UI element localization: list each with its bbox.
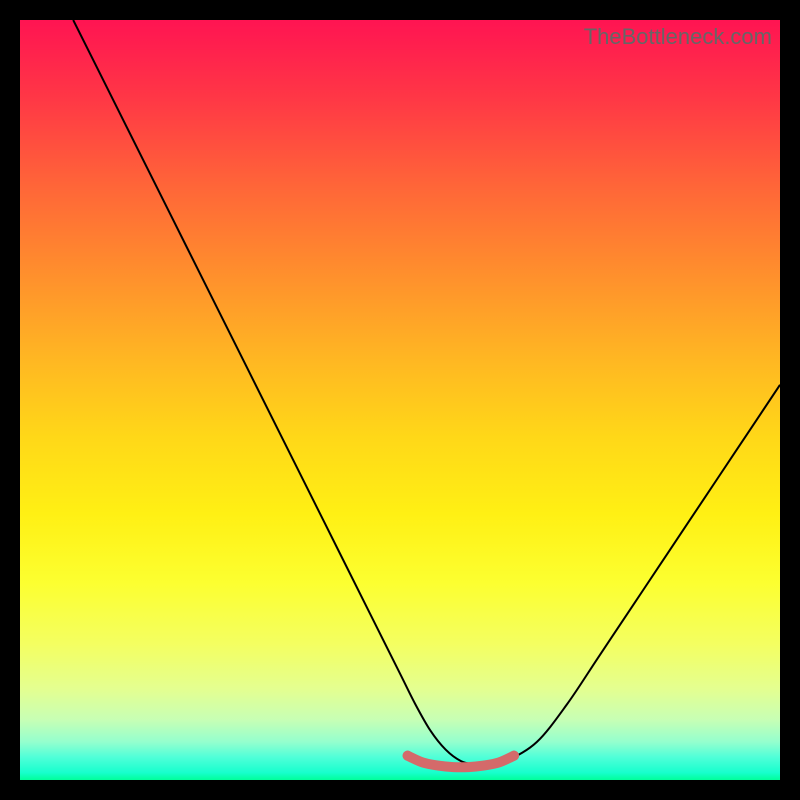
trough-start-dot — [403, 751, 413, 761]
plot-area: TheBottleneck.com — [20, 20, 780, 780]
bottleneck-curve — [73, 20, 780, 765]
curve-layer — [20, 20, 780, 780]
trough-end-dot — [509, 751, 519, 761]
chart-container: TheBottleneck.com — [0, 0, 800, 800]
